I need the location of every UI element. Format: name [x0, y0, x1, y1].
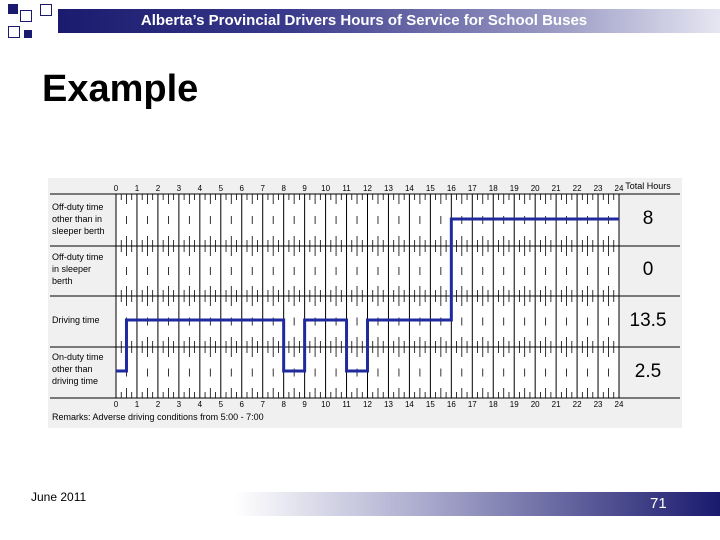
row-label-on-duty: On-duty time other than driving time	[52, 351, 104, 387]
hour-label-bottom: 13	[384, 400, 393, 409]
hour-label-bottom: 1	[135, 400, 140, 409]
hour-label-top: 5	[219, 184, 224, 193]
hour-label-bottom: 3	[177, 400, 182, 409]
hour-label-bottom: 21	[552, 400, 561, 409]
row-label-line: Off-duty time	[52, 202, 104, 212]
hour-label-bottom: 22	[573, 400, 582, 409]
hour-label-bottom: 5	[219, 400, 224, 409]
hour-label-top: 15	[426, 184, 435, 193]
row-label-driving: Driving time	[52, 314, 100, 326]
total-sleeper-berth: 0	[642, 259, 654, 280]
total-hours-header: Total Hours	[625, 181, 671, 191]
hour-label-bottom: 23	[594, 400, 603, 409]
hour-label-top: 17	[468, 184, 477, 193]
hour-label-top: 20	[531, 184, 540, 193]
hour-label-top: 7	[260, 184, 265, 193]
row-label-line: driving time	[52, 376, 99, 386]
hour-label-top: 14	[405, 184, 414, 193]
hour-label-bottom: 15	[426, 400, 435, 409]
hour-label-top: 4	[198, 184, 203, 193]
hour-label-bottom: 24	[615, 400, 624, 409]
hour-label-top: 13	[384, 184, 393, 193]
row-label-line: On-duty time	[52, 352, 104, 362]
hour-label-bottom: 11	[342, 400, 351, 409]
hour-label-top: 9	[302, 184, 307, 193]
hour-label-top: 12	[363, 184, 372, 193]
hour-label-bottom: 14	[405, 400, 414, 409]
hour-label-bottom: 16	[447, 400, 456, 409]
row-label-line: sleeper berth	[52, 226, 105, 236]
remarks-text: Remarks: Adverse driving conditions from…	[52, 412, 264, 422]
hour-label-top: 11	[342, 184, 351, 193]
hour-label-top: 16	[447, 184, 456, 193]
page-number: 71	[650, 495, 667, 512]
hour-label-top: 0	[114, 184, 119, 193]
hour-label-top: 21	[552, 184, 561, 193]
hour-label-top: 23	[594, 184, 603, 193]
hour-label-bottom: 17	[468, 400, 477, 409]
hour-label-bottom: 0	[114, 400, 119, 409]
logbook-grid: 0011223344556677889910101111121213131414…	[50, 184, 680, 409]
hour-label-top: 8	[281, 184, 286, 193]
footer-bar	[234, 492, 720, 516]
row-label-line: other than in	[52, 214, 103, 224]
hour-label-top: 6	[240, 184, 245, 193]
hour-label-bottom: 20	[531, 400, 540, 409]
hour-label-bottom: 2	[156, 400, 161, 409]
hour-label-top: 22	[573, 184, 582, 193]
row-label-sleeper-berth: Off-duty time in sleeper berth	[52, 251, 103, 287]
hour-label-top: 1	[135, 184, 140, 193]
hour-label-bottom: 9	[302, 400, 307, 409]
hour-label-bottom: 18	[489, 400, 498, 409]
hour-label-top: 10	[321, 184, 330, 193]
total-driving: 13.5	[629, 310, 667, 331]
hour-label-top: 2	[156, 184, 161, 193]
row-label-line: berth	[52, 276, 73, 286]
hour-label-bottom: 12	[363, 400, 372, 409]
hour-label-bottom: 4	[198, 400, 203, 409]
hour-label-top: 18	[489, 184, 498, 193]
hour-label-bottom: 6	[240, 400, 245, 409]
row-label-line: Driving time	[52, 315, 100, 325]
row-label-line: Off-duty time	[52, 252, 104, 262]
hour-label-bottom: 10	[321, 400, 330, 409]
footer-date: June 2011	[31, 490, 87, 504]
hour-label-bottom: 7	[260, 400, 265, 409]
total-on-duty: 2.5	[634, 361, 662, 382]
row-label-line: other than	[52, 364, 93, 374]
hour-label-bottom: 8	[281, 400, 286, 409]
row-label-off-duty: Off-duty time other than in sleeper bert…	[52, 201, 105, 237]
row-label-line: in sleeper	[52, 264, 92, 274]
total-off-duty: 8	[642, 208, 654, 229]
hour-label-bottom: 19	[510, 400, 519, 409]
hour-label-top: 3	[177, 184, 182, 193]
hour-label-top: 19	[510, 184, 519, 193]
